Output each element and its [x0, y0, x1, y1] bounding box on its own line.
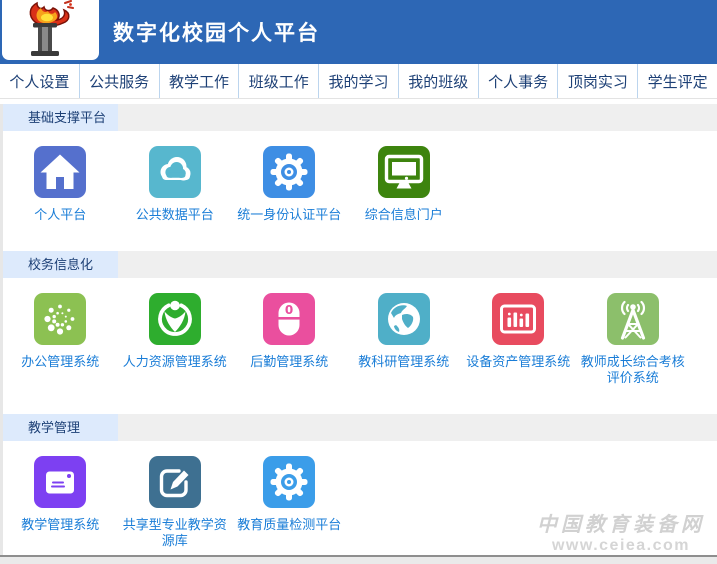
app-grid: 办公管理系统人力资源管理系统 0 后勤管理系统 教科研管理系统设备资产管理系统教师成长… — [3, 278, 717, 414]
section-header-fill — [118, 251, 717, 278]
cloud-icon — [149, 146, 201, 198]
app-label: 教科研管理系统 — [353, 354, 454, 370]
app-header: 数字化校园个人平台 — [0, 0, 717, 64]
gear-icon — [263, 456, 315, 508]
app-item[interactable]: 公共数据平台 — [118, 146, 233, 223]
app-label: 统一身份认证平台 — [232, 207, 346, 223]
app-label: 设备资产管理系统 — [461, 354, 575, 370]
svg-text:0: 0 — [285, 303, 293, 317]
app-item[interactable]: 人力资源管理系统 — [118, 293, 233, 386]
app-label: 后勤管理系统 — [245, 354, 333, 370]
app-item[interactable]: 教育质量检测平台 — [232, 456, 347, 549]
app-item[interactable]: 办公管理系统 — [3, 293, 118, 386]
app-item[interactable]: 共享型专业教学资源库 — [118, 456, 233, 549]
torch-logo-icon — [2, 0, 99, 60]
section-title: 基础支撑平台 — [3, 104, 118, 131]
person-icon — [149, 293, 201, 345]
monitor-icon — [378, 146, 430, 198]
app-label: 个人平台 — [29, 207, 91, 223]
edit-icon — [149, 456, 201, 508]
nav-item[interactable]: 学生评定 — [638, 64, 717, 98]
app-label: 教育质量检测平台 — [232, 517, 346, 533]
app-item[interactable]: 0 后勤管理系统 — [232, 293, 347, 386]
app-item[interactable]: 统一身份认证平台 — [232, 146, 347, 223]
section-header-fill — [118, 104, 717, 131]
nav-item[interactable]: 个人设置 — [0, 64, 80, 98]
nav-item[interactable]: 教学工作 — [160, 64, 240, 98]
card-icon — [34, 456, 86, 508]
nav-item[interactable]: 我的班级 — [399, 64, 479, 98]
section-header: 教学管理 — [3, 414, 717, 441]
nav-item[interactable]: 班级工作 — [239, 64, 319, 98]
app-item[interactable]: 综合信息门户 — [347, 146, 462, 223]
digital-campus-page: 数字化校园个人平台 个人设置公共服务教学工作班级工作我的学习我的班级个人事务顶岗… — [0, 0, 717, 564]
app-item[interactable]: 教师成长综合考核评价系统 — [576, 293, 691, 386]
nav-item[interactable]: 公共服务 — [80, 64, 160, 98]
nav-item[interactable]: 个人事务 — [479, 64, 559, 98]
page-title: 数字化校园个人平台 — [113, 17, 320, 47]
section-title: 教学管理 — [3, 414, 118, 441]
dots-icon — [34, 293, 86, 345]
app-label: 综合信息门户 — [360, 207, 448, 223]
app-label: 教学管理系统 — [16, 517, 104, 533]
bar-chart-icon — [492, 293, 544, 345]
section-header-fill — [118, 414, 717, 441]
app-item[interactable]: 个人平台 — [3, 146, 118, 223]
gear-icon — [263, 146, 315, 198]
bottom-border — [0, 555, 717, 564]
app-label: 教师成长综合考核评价系统 — [576, 354, 691, 386]
main-nav: 个人设置公共服务教学工作班级工作我的学习我的班级个人事务顶岗实习学生评定 — [0, 64, 717, 99]
app-item[interactable]: 教学管理系统 — [3, 456, 118, 549]
section-header: 校务信息化 — [3, 251, 717, 278]
nav-item[interactable]: 我的学习 — [319, 64, 399, 98]
radio-tower-icon — [607, 293, 659, 345]
content-area: 基础支撑平台个人平台公共数据平台统一身份认证平台综合信息门户校务信息化办公管理系… — [0, 104, 717, 564]
globe-icon — [378, 293, 430, 345]
app-label: 人力资源管理系统 — [118, 354, 232, 370]
nav-item[interactable]: 顶岗实习 — [558, 64, 638, 98]
app-grid: 个人平台 公共数据平台统一身份认证平台综合信息门户 — [3, 131, 717, 251]
app-grid: 教学管理系统共享型专业教学资源库教育质量检测平台 — [3, 441, 717, 564]
app-item[interactable]: 教科研管理系统 — [347, 293, 462, 386]
app-item[interactable]: 设备资产管理系统 — [461, 293, 576, 386]
section-title: 校务信息化 — [3, 251, 118, 278]
mouse-icon: 0 — [263, 293, 315, 345]
home-icon — [34, 146, 86, 198]
app-label: 办公管理系统 — [16, 354, 104, 370]
app-label: 公共数据平台 — [131, 207, 219, 223]
app-label: 共享型专业教学资源库 — [118, 517, 233, 549]
section-header: 基础支撑平台 — [3, 104, 717, 131]
